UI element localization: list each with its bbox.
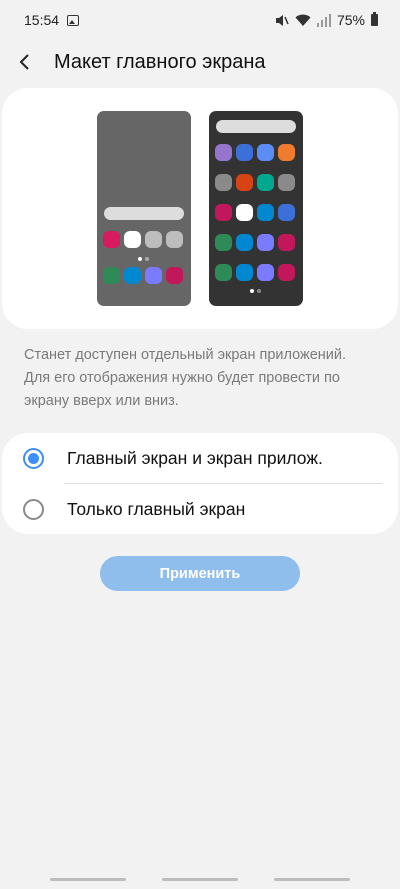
search-bar-preview: [104, 207, 184, 220]
app-icon-preview: [145, 267, 162, 284]
app-icon-preview: [278, 174, 295, 191]
nav-recent-button[interactable]: [50, 878, 126, 881]
navigation-bar: [0, 869, 400, 889]
wifi-icon: [295, 14, 311, 26]
app-icon-preview: [278, 204, 295, 221]
app-icon-preview: [145, 231, 162, 248]
option-label: Главный экран и экран прилож.: [67, 447, 323, 468]
app-icon-preview: [215, 264, 232, 281]
option-label: Только главный экран: [67, 498, 246, 519]
signal-icon: [316, 13, 331, 27]
app-icon-preview: [124, 231, 141, 248]
status-time: 15:54: [24, 12, 60, 28]
app-icon-preview: [257, 144, 274, 161]
app-icon-preview: [215, 204, 232, 221]
battery-percent: 75%: [336, 12, 365, 28]
search-bar-preview: [216, 120, 296, 133]
app-icon-preview: [236, 204, 253, 221]
app-icon-preview: [215, 234, 232, 251]
app-icon-preview: [257, 204, 274, 221]
app-icon-preview: [215, 144, 232, 161]
layout-preview-card: [2, 88, 398, 329]
chevron-left-icon: [19, 54, 29, 70]
nav-back-button[interactable]: [274, 878, 350, 881]
app-icon-preview: [124, 267, 141, 284]
app-icon-preview: [166, 267, 183, 284]
battery-icon: [371, 12, 378, 26]
app-icon-preview: [257, 264, 274, 281]
app-icon-preview: [257, 234, 274, 251]
app-icon-preview: [257, 174, 274, 191]
page-indicator-dot: [257, 289, 261, 293]
option-home-only[interactable]: Только главный экран: [2, 484, 398, 534]
image-icon: [67, 14, 80, 26]
home-screen-preview: [97, 111, 191, 306]
app-icon-preview: [166, 231, 183, 248]
app-icon-preview: [215, 174, 232, 191]
layout-description: Станет доступен отдельный экран приложен…: [24, 347, 347, 409]
app-icon-preview: [236, 174, 253, 191]
app-icon-preview: [278, 264, 295, 281]
apply-button[interactable]: Применить: [100, 556, 300, 591]
layout-options-card: Главный экран и экран прилож. Только гла…: [2, 433, 398, 534]
back-button[interactable]: [0, 40, 50, 84]
app-icon-preview: [278, 144, 295, 161]
page-indicator-dot: [250, 289, 254, 293]
radio-button-selected[interactable]: [23, 447, 44, 469]
app-icon-preview: [236, 264, 253, 281]
app-icon-preview: [103, 267, 120, 284]
app-icon-preview: [103, 231, 120, 248]
option-home-and-apps[interactable]: Главный экран и экран прилож.: [2, 433, 398, 483]
radio-button[interactable]: [23, 498, 44, 520]
nav-home-button[interactable]: [162, 878, 238, 881]
app-header: Макет главного экрана: [0, 40, 400, 84]
apps-screen-preview: [209, 111, 303, 306]
page-title: Макет главного экрана: [54, 50, 266, 73]
app-icon-preview: [278, 234, 295, 251]
page-indicator-dot: [145, 257, 149, 261]
status-bar: 15:54 75%: [0, 0, 400, 40]
app-icon-preview: [236, 234, 253, 251]
app-icon-preview: [236, 144, 253, 161]
mute-icon: [275, 14, 289, 26]
page-indicator-dot: [138, 257, 142, 261]
